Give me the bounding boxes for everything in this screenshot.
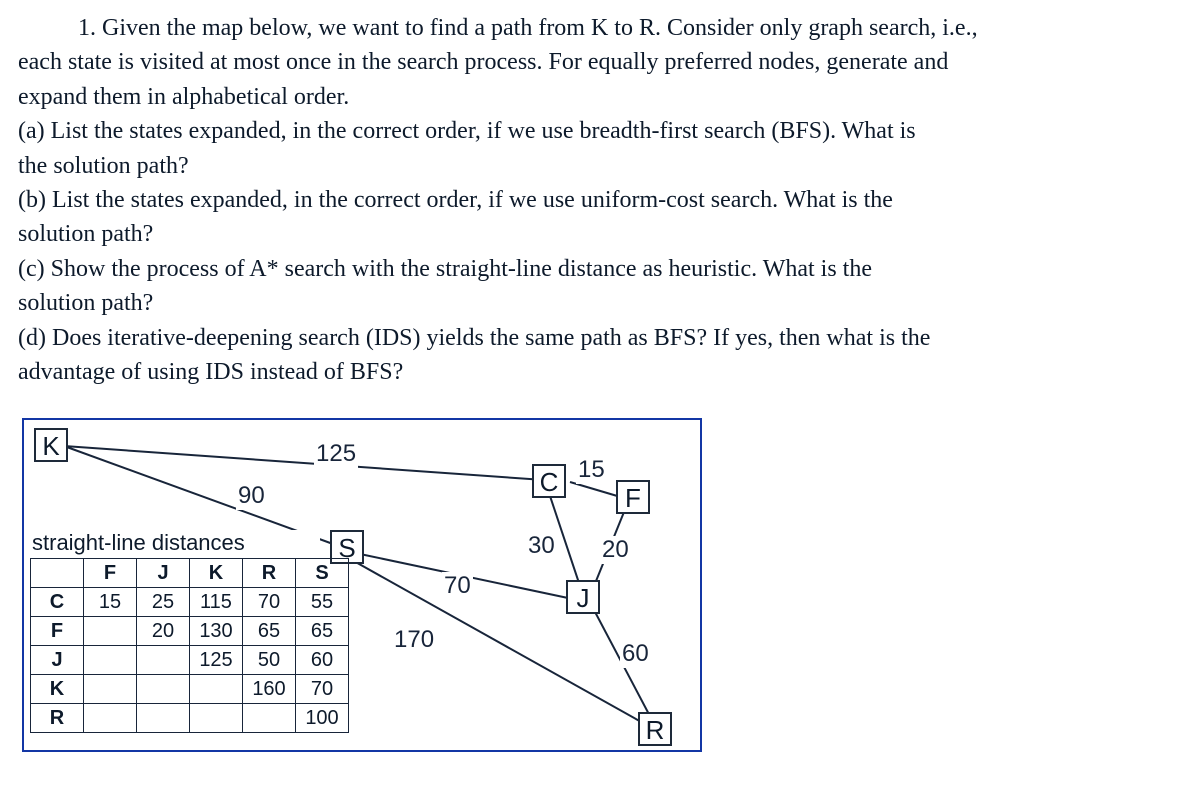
part-b-line2: solution path? [18, 218, 1178, 250]
sld-header-row: F J K R S [31, 559, 349, 588]
sld-cell: 50 [243, 646, 296, 675]
intro-line1: Given the map below, we want to find a p… [102, 15, 978, 41]
edge-label-KC: 125 [314, 440, 358, 468]
node-K: K [34, 428, 68, 462]
edge-label-SR: 170 [392, 626, 436, 654]
sld-block: straight-line distances F J K R S C 15 2… [30, 530, 320, 733]
sld-cell: 70 [296, 675, 349, 704]
sld-cell [137, 646, 190, 675]
node-J: J [566, 580, 600, 614]
sld-cell [190, 704, 243, 733]
sld-cell: 20 [137, 617, 190, 646]
edge-label-SJ: 70 [442, 572, 473, 600]
sld-cell: 15 [84, 588, 137, 617]
part-d-line2: advantage of using IDS instead of BFS? [18, 356, 1178, 388]
sld-caption: straight-line distances [32, 530, 320, 556]
sld-col-K: K [190, 559, 243, 588]
problem-text: 1. Given the map below, we want to find … [18, 12, 1178, 388]
edge-label-FJ: 20 [600, 536, 631, 564]
sld-cell: 55 [296, 588, 349, 617]
problem-number: 1. [78, 15, 96, 41]
table-row: C 15 25 115 70 55 [31, 588, 349, 617]
edge-label-KS: 90 [236, 482, 267, 510]
sld-cell [84, 617, 137, 646]
sld-cell [243, 704, 296, 733]
sld-cell: 60 [296, 646, 349, 675]
intro-line3: expand them in alphabetical order. [18, 81, 1178, 113]
sld-cell: 125 [190, 646, 243, 675]
problem-intro-1: 1. Given the map below, we want to find … [18, 12, 1178, 44]
figure-box: K C F S J R 125 90 15 30 20 70 170 60 st… [22, 418, 702, 752]
sld-cell: 70 [243, 588, 296, 617]
part-c-line2: solution path? [18, 287, 1178, 319]
sld-cell [84, 646, 137, 675]
edge-label-JR: 60 [620, 640, 651, 668]
sld-cell: 100 [296, 704, 349, 733]
sld-corner [31, 559, 84, 588]
sld-cell [137, 704, 190, 733]
sld-cell [84, 704, 137, 733]
sld-col-J: J [137, 559, 190, 588]
sld-cell: 160 [243, 675, 296, 704]
edge-label-CJ: 30 [526, 532, 557, 560]
part-c-line1: (c) Show the process of A* search with t… [18, 253, 1178, 285]
part-a-line1: (a) List the states expanded, in the cor… [18, 115, 1178, 147]
sld-row-K: K [31, 675, 84, 704]
table-row: R 100 [31, 704, 349, 733]
node-C: C [532, 464, 566, 498]
node-R: R [638, 712, 672, 746]
table-row: J 125 50 60 [31, 646, 349, 675]
sld-row-F: F [31, 617, 84, 646]
sld-table: F J K R S C 15 25 115 70 55 F 20 [30, 558, 349, 733]
sld-col-S: S [296, 559, 349, 588]
sld-row-J: J [31, 646, 84, 675]
sld-row-R: R [31, 704, 84, 733]
sld-cell [84, 675, 137, 704]
part-a-line2: the solution path? [18, 150, 1178, 182]
sld-cell: 25 [137, 588, 190, 617]
sld-cell: 65 [296, 617, 349, 646]
table-row: F 20 130 65 65 [31, 617, 349, 646]
sld-col-F: F [84, 559, 137, 588]
edge-K-C [64, 446, 544, 480]
part-d-line1: (d) Does iterative-deepening search (IDS… [18, 322, 1178, 354]
sld-cell: 115 [190, 588, 243, 617]
sld-col-R: R [243, 559, 296, 588]
sld-cell: 130 [190, 617, 243, 646]
node-F: F [616, 480, 650, 514]
sld-cell: 65 [243, 617, 296, 646]
page: 1. Given the map below, we want to find … [0, 0, 1196, 785]
part-b-line1: (b) List the states expanded, in the cor… [18, 184, 1178, 216]
table-row: K 160 70 [31, 675, 349, 704]
intro-line2: each state is visited at most once in th… [18, 46, 1178, 78]
sld-cell [190, 675, 243, 704]
sld-cell [137, 675, 190, 704]
edge-label-CF: 15 [576, 456, 607, 484]
sld-row-C: C [31, 588, 84, 617]
